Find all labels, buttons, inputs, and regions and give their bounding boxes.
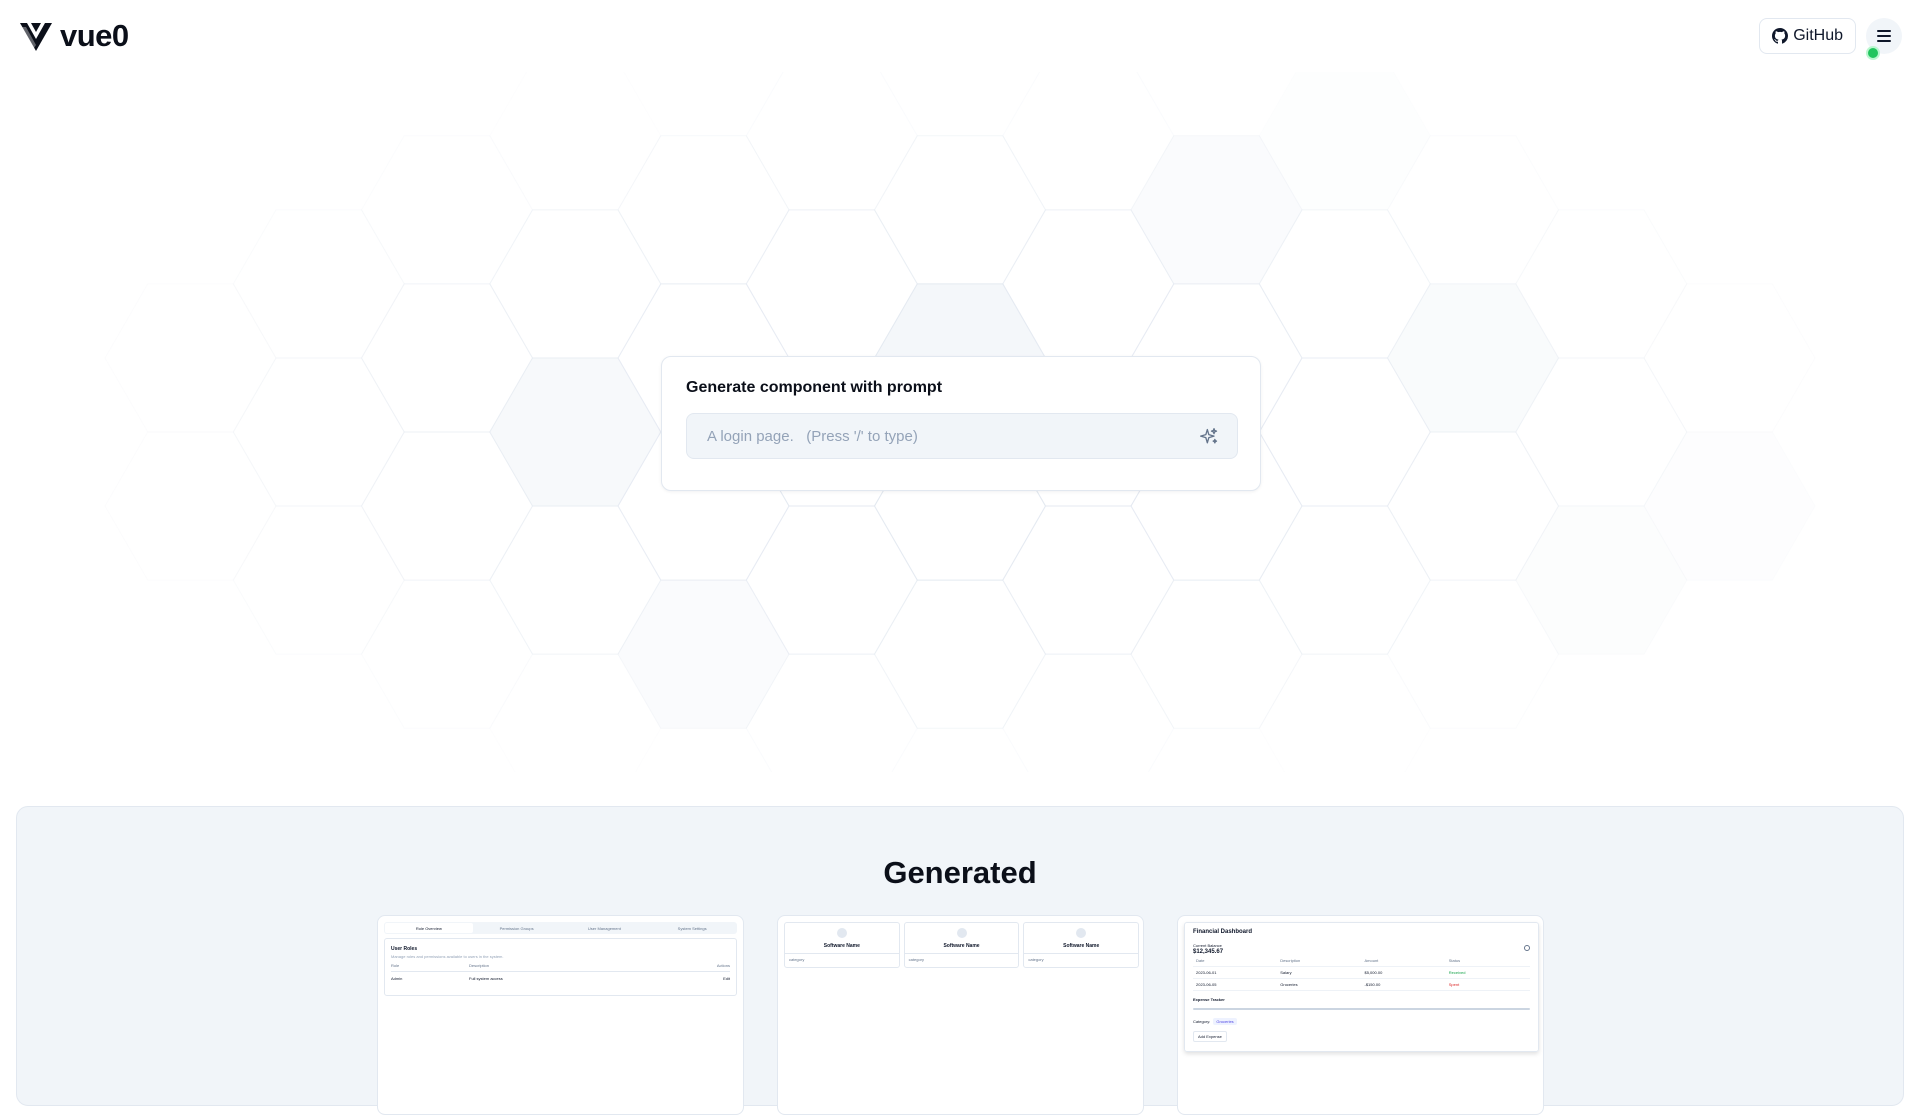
thumb-card: Financial Dashboard Current Balance $12,… [1184,922,1539,1052]
github-button[interactable]: GitHub [1759,18,1856,54]
hexagon-shape [489,357,662,507]
avatar [836,928,847,938]
hexagon-shape [617,579,790,729]
add-expense-button: Add Expense [1193,1031,1227,1042]
thumb-tab: System Settings [677,925,707,931]
thumb-table-row: 2023-06-01 Salary $5,000.00 Received [1193,967,1530,979]
hexagon-shape [489,209,662,359]
hexagon-shape [360,135,534,285]
github-label: GitHub [1793,27,1843,44]
thumb-card-title: User Roles [391,946,418,952]
hexagon-shape [1386,283,1560,433]
software-name: Software Name [1063,943,1100,949]
section-heading: Expense Tracker [1193,997,1225,1002]
status-indicator-dot [1866,46,1880,60]
thumb-card-title: Financial Dashboard [1193,929,1253,935]
thumb-card: User Roles Manage roles and permissions … [384,938,737,996]
thumb-table-row: Admin Full system access Edit [391,976,730,981]
thumb-tab: User Management [587,925,621,931]
generated-thumbnail-roles[interactable]: Role Overview Permission Groups User Man… [377,915,744,1115]
generated-thumbnail-software[interactable]: Software Name category Software Name cat… [777,915,1144,1115]
software-card: Software Name category [903,922,1020,968]
thumb-tab: Permission Groups [499,925,534,931]
prompt-input[interactable] [687,414,1237,458]
top-header: vue0 GitHub [0,0,1920,72]
badge-label: Category: [1193,1019,1211,1024]
avatar [1076,928,1087,938]
generated-section: Generated Role Overview Permission Group… [16,806,1904,1115]
hexagon-shape [104,431,277,581]
hexagon-shape [745,72,918,211]
menu-button[interactable] [1866,18,1902,60]
prompt-card: Generate component with prompt [661,356,1261,491]
software-category: category [1028,957,1044,962]
hexagon-shape [1002,653,1175,772]
hexagon-shape [617,135,790,285]
hexagon-shape [360,579,534,729]
hexagon-shape [873,579,1047,729]
hexagon-shape [1130,579,1303,729]
hexagon-shape [1258,505,1431,655]
software-category: category [908,957,925,962]
settings-icon [1524,945,1530,951]
software-name: Software Name [943,943,980,949]
hexagon-shape [1258,653,1431,772]
hexagon-shape [232,357,405,507]
hamburger-menu-icon [1877,30,1891,42]
thumb-tabs: Role Overview Permission Groups User Man… [384,922,737,934]
github-icon [1772,28,1789,44]
brand-home-link[interactable]: vue0 [18,18,129,54]
hexagon-shape [232,209,405,359]
thumb-tab: Role Overview [385,923,473,933]
hexagon-shape [1643,283,1816,433]
hexagon-shape [489,72,662,211]
hexagon-shape [873,135,1047,285]
sparkle-generate-icon[interactable] [1199,427,1219,447]
prompt-input-wrapper [686,413,1238,459]
category-badge: Groceries [1213,1018,1237,1025]
software-category: category [789,957,805,962]
generated-title: Generated [883,855,1037,890]
balance-label: Current Balance [1193,943,1222,948]
thumb-table-row: 2023-06-05 Groceries -$150.00 Spent [1193,979,1530,991]
avatar [956,928,967,938]
software-name: Software Name [823,943,860,949]
software-card: Software Name category [784,922,900,968]
expense-bar [1193,1008,1530,1010]
generated-thumbnail-finance[interactable]: Financial Dashboard Current Balance $12,… [1177,915,1544,1115]
hexagon-shape [104,283,277,433]
header-actions: GitHub [1759,18,1902,60]
badge-row: Category: Groceries [1193,1018,1530,1025]
hexagon-shape [232,505,405,655]
software-card: Software Name category [1023,922,1140,968]
brand-name: vue0 [60,18,129,53]
prompt-title: Generate component with prompt [686,379,943,396]
hexagon-shape [1002,505,1175,655]
vue0-logo-icon [20,23,52,51]
thumb-card-grid: Software Name category Software Name cat… [784,922,1140,968]
thumb-table-header: Date Description Amount Status [1193,955,1530,967]
thumb-table-header: Role Description Actions [391,959,730,972]
